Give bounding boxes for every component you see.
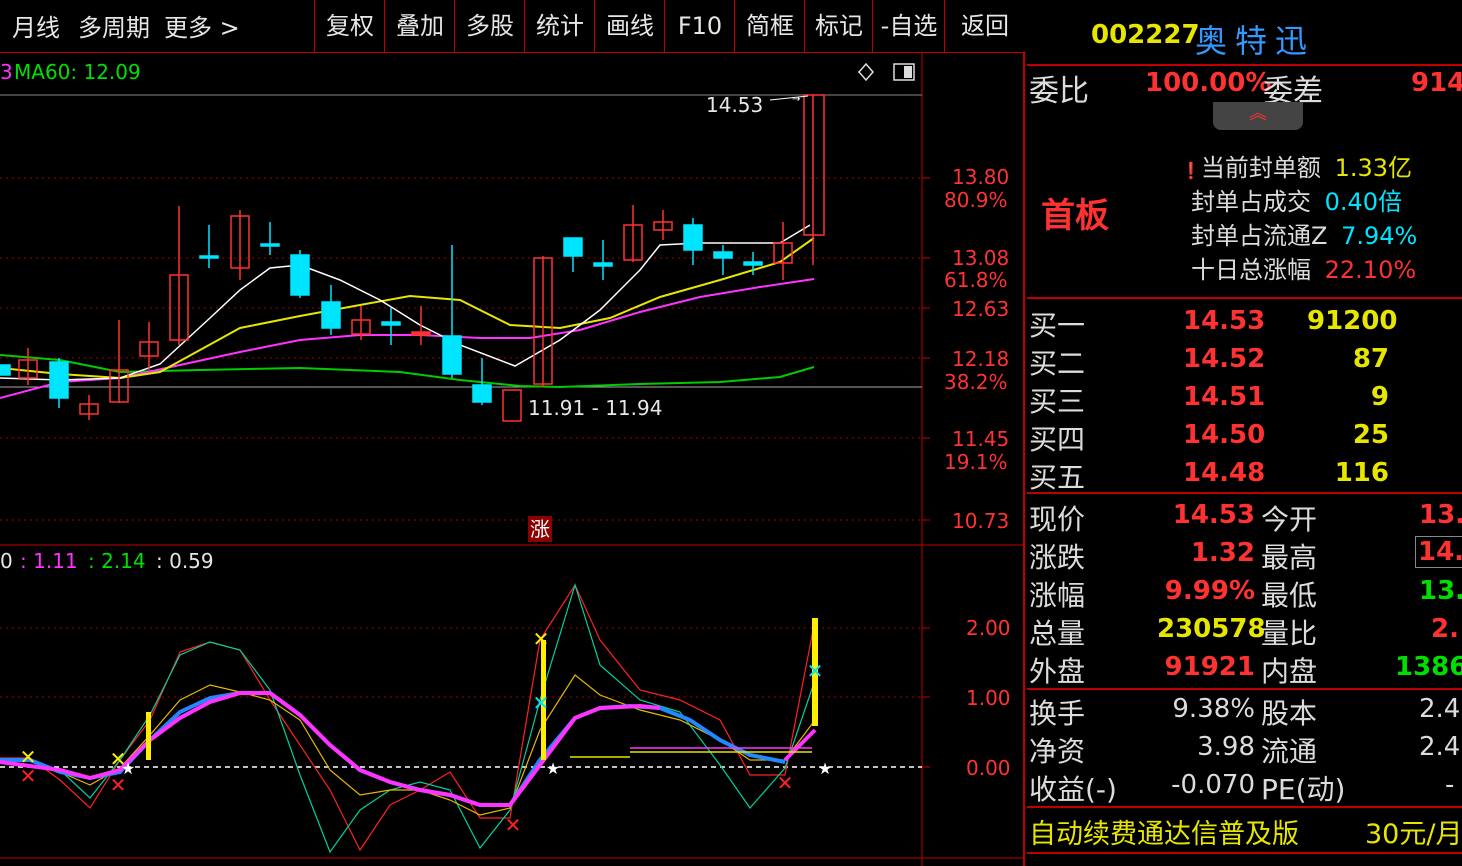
btn-f10[interactable]: F10 [664, 0, 735, 52]
price-axis-label: 12.18 [952, 347, 1010, 371]
ind-legend-1: : 1.11 [20, 549, 78, 573]
promo-banner[interactable]: 自动续费通达信普及版 [1029, 812, 1299, 851]
quote-panel: 002227 奥特迅 委比 100.00% 委差 914 ︽ 首板 ❗当前封单额… [1027, 0, 1462, 866]
svg-text:✕: ✕ [20, 764, 37, 788]
btn-stats[interactable]: 统计 [524, 0, 595, 52]
stock-name: 奥特迅 [1195, 22, 1316, 60]
price-axis-label: 13.08 [952, 246, 1010, 270]
btn-remove-watchlist[interactable]: -自选 [872, 0, 945, 52]
ma60-legend: MA60: 12.09 [14, 60, 141, 84]
collapse-chevron-icon[interactable]: ︽ [1213, 102, 1303, 130]
pct-axis-label: 80.9% [944, 188, 1008, 212]
weibi-value: 100.00% [1145, 68, 1272, 98]
toolbar: 月线 多周期 更多 > 复权 叠加 多股 统计 画线 F10 简框 标记 -自选… [0, 0, 1026, 53]
ind-axis-label: 1.00 [966, 686, 1011, 710]
svg-text:✕: ✕ [807, 659, 824, 683]
toolbar-more[interactable]: 更多 > [164, 8, 240, 43]
weicha-value: 914 [1411, 68, 1462, 98]
svg-text:✕: ✕ [533, 627, 550, 651]
diamond-icon [858, 62, 874, 82]
board-label: 首板 [1041, 196, 1109, 236]
price-axis-label: 12.63 [952, 297, 1010, 321]
kline-chart[interactable]: → ✕ ✕ ✕ ✕ ✕ ✕ ✕ ✕ ✕ ★ ★ ★ [0, 53, 1026, 866]
toolbar-monthly[interactable]: 月线 [12, 8, 60, 43]
btn-back[interactable]: 返回 [944, 0, 1025, 52]
limit-up-badge: 涨 [528, 516, 552, 542]
ind-red [0, 583, 816, 852]
ind-axis-label: 0.00 [966, 756, 1011, 780]
ind-cyan [0, 582, 816, 854]
svg-text:★: ★ [546, 759, 560, 778]
price-axis-label: 13.80 [952, 165, 1010, 189]
promo-price[interactable]: 30元/月 [1365, 812, 1462, 851]
svg-text:★: ★ [818, 759, 832, 778]
btn-mark[interactable]: 标记 [804, 0, 873, 52]
btn-multi-stock[interactable]: 多股 [454, 0, 525, 52]
high-price-marker: 14.53 [706, 93, 764, 117]
price-axis-label: 11.45 [952, 427, 1010, 451]
svg-text:★: ★ [121, 759, 135, 778]
svg-text:✕: ✕ [533, 691, 550, 715]
price-axis-label: 10.73 [952, 509, 1010, 533]
ind-magenta [0, 691, 661, 807]
toolbar-multi-period[interactable]: 多周期 [78, 8, 150, 43]
btn-draw-line[interactable]: 画线 [594, 0, 665, 52]
pct-axis-label: 19.1% [944, 450, 1008, 474]
chart-area: → ✕ ✕ ✕ ✕ ✕ ✕ ✕ ✕ ✕ ★ ★ ★ 3 MA60: 12.09 … [0, 53, 1026, 866]
pct-axis-label: 38.2% [944, 370, 1008, 394]
ind-axis-label: 2.00 [966, 616, 1011, 640]
low-price-marker: 11.91 - 11.94 [528, 396, 663, 420]
ind-legend-2: : 2.14 [88, 549, 146, 573]
stock-code: 002227 [1091, 20, 1200, 50]
ma-green [0, 354, 815, 389]
ind-legend-3: : 0.59 [156, 549, 214, 573]
svg-text:✕: ✕ [777, 771, 794, 795]
pct-axis-label: 61.8% [944, 268, 1008, 292]
btn-overlay[interactable]: 叠加 [384, 0, 455, 52]
svg-text:✕: ✕ [505, 813, 522, 837]
btn-fuquan[interactable]: 复权 [314, 0, 385, 52]
svg-text:→: → [792, 94, 800, 105]
btn-simple-frame[interactable]: 简框 [734, 0, 805, 52]
